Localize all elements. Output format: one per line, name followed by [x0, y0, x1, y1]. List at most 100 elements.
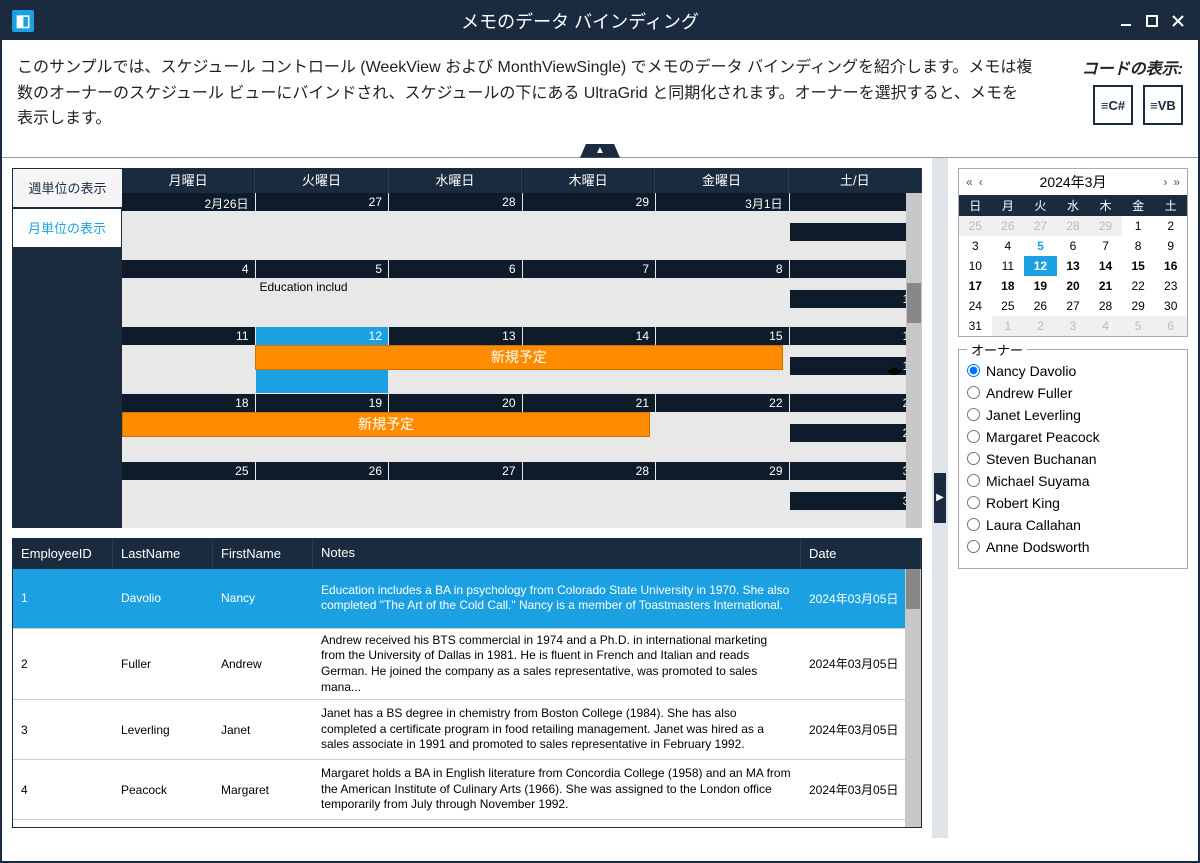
- mini-cal-day[interactable]: 7: [1089, 236, 1122, 256]
- splitter[interactable]: ▶: [932, 158, 948, 838]
- mini-cal-day[interactable]: 25: [992, 296, 1025, 316]
- table-row[interactable]: 1DavolioNancyEducation includes a BA in …: [13, 569, 921, 629]
- calendar-cell[interactable]: 28: [523, 462, 656, 528]
- owner-radio[interactable]: [967, 386, 980, 399]
- owner-item[interactable]: Janet Leverling: [967, 404, 1179, 426]
- tab-week-view[interactable]: 週単位の表示: [12, 168, 122, 208]
- mini-cal-day[interactable]: 10: [959, 256, 992, 276]
- mini-cal-day[interactable]: 8: [1122, 236, 1155, 256]
- owner-radio[interactable]: [967, 474, 980, 487]
- calendar-cell[interactable]: 25: [122, 462, 255, 528]
- mini-cal-day[interactable]: 30: [1154, 296, 1187, 316]
- mini-cal-day[interactable]: 24: [959, 296, 992, 316]
- mini-cal-day[interactable]: 29: [1089, 216, 1122, 236]
- mini-cal-day[interactable]: 11: [992, 256, 1025, 276]
- mini-cal-day[interactable]: 3: [1057, 316, 1090, 336]
- mini-cal-day[interactable]: 27: [1024, 216, 1057, 236]
- mini-cal-day[interactable]: 26: [992, 216, 1025, 236]
- mini-cal-day[interactable]: 9: [1154, 236, 1187, 256]
- table-row[interactable]: 3LeverlingJanetJanet has a BS degree in …: [13, 700, 921, 760]
- minimize-button[interactable]: [1116, 11, 1136, 31]
- mini-cal-day[interactable]: 2: [1154, 216, 1187, 236]
- calendar-cell[interactable]: 26: [256, 462, 389, 528]
- mini-cal-day[interactable]: 16: [1154, 256, 1187, 276]
- owner-item[interactable]: Margaret Peacock: [967, 426, 1179, 448]
- mini-cal-day[interactable]: 23: [1154, 276, 1187, 296]
- calendar-cell[interactable]: 27: [256, 193, 389, 259]
- mini-cal-day[interactable]: 3: [959, 236, 992, 256]
- calendar-cell[interactable]: 28: [389, 193, 522, 259]
- mini-cal-day[interactable]: 5: [1122, 316, 1155, 336]
- calendar-cell[interactable]: 7: [523, 260, 656, 326]
- mini-cal-day[interactable]: 20: [1057, 276, 1090, 296]
- table-row[interactable]: 4PeacockMargaretMargaret holds a BA in E…: [13, 760, 921, 820]
- mini-cal-day[interactable]: 4: [1089, 316, 1122, 336]
- appointment-1[interactable]: 新規予定: [255, 345, 783, 370]
- splitter-handle[interactable]: ▶: [934, 473, 946, 523]
- collapse-tab[interactable]: ▲: [580, 144, 620, 158]
- csharp-button[interactable]: ≡C#: [1093, 85, 1133, 125]
- mini-cal-day[interactable]: 5: [1024, 236, 1057, 256]
- owner-item[interactable]: Steven Buchanan: [967, 448, 1179, 470]
- mini-cal-day[interactable]: 25: [959, 216, 992, 236]
- calendar-cell[interactable]: 1617: [790, 327, 923, 393]
- owner-item[interactable]: Andrew Fuller: [967, 382, 1179, 404]
- mini-cal-day[interactable]: 19: [1024, 276, 1057, 296]
- owner-item[interactable]: Anne Dodsworth: [967, 536, 1179, 558]
- calendar-cell[interactable]: 2324: [790, 394, 923, 460]
- mini-cal-day[interactable]: 13: [1057, 256, 1090, 276]
- col-date[interactable]: Date: [801, 539, 921, 569]
- owner-item[interactable]: Robert King: [967, 492, 1179, 514]
- owner-radio[interactable]: [967, 518, 980, 531]
- mini-cal-day[interactable]: 28: [1089, 296, 1122, 316]
- calendar-cell[interactable]: 11: [122, 327, 255, 393]
- mini-cal-day[interactable]: 31: [959, 316, 992, 336]
- calendar-grid[interactable]: 月曜日火曜日水曜日木曜日金曜日土/日 2月26日2728293月1日2345Ed…: [122, 168, 922, 528]
- cell-note[interactable]: Education includ: [256, 278, 389, 296]
- mini-cal-day[interactable]: 2: [1024, 316, 1057, 336]
- col-lastname[interactable]: LastName: [113, 539, 213, 569]
- owner-item[interactable]: Laura Callahan: [967, 514, 1179, 536]
- calendar-cell[interactable]: 2月26日: [122, 193, 255, 259]
- mini-cal-day[interactable]: 1: [1122, 216, 1155, 236]
- mini-cal-day[interactable]: 22: [1122, 276, 1155, 296]
- calendar-cell[interactable]: 22: [656, 394, 789, 460]
- col-employeeid[interactable]: EmployeeID: [13, 539, 113, 569]
- mini-cal-day[interactable]: 27: [1057, 296, 1090, 316]
- mini-cal-day[interactable]: 17: [959, 276, 992, 296]
- col-firstname[interactable]: FirstName: [213, 539, 313, 569]
- col-notes[interactable]: Notes: [313, 539, 801, 569]
- vb-button[interactable]: ≡VB: [1143, 85, 1183, 125]
- mini-cal-day[interactable]: 28: [1057, 216, 1090, 236]
- mini-cal-day[interactable]: 1: [992, 316, 1025, 336]
- prev-month-button[interactable]: ‹: [976, 175, 986, 189]
- calendar-cell[interactable]: 23: [790, 193, 923, 259]
- maximize-button[interactable]: [1142, 11, 1162, 31]
- tab-month-view[interactable]: 月単位の表示: [12, 208, 122, 248]
- owner-radio[interactable]: [967, 540, 980, 553]
- grid-scrollbar[interactable]: [905, 569, 921, 827]
- calendar-cell[interactable]: 910: [790, 260, 923, 326]
- mini-cal-day[interactable]: 18: [992, 276, 1025, 296]
- mini-cal-day[interactable]: 4: [992, 236, 1025, 256]
- calendar-cell[interactable]: 6: [389, 260, 522, 326]
- owner-radio[interactable]: [967, 430, 980, 443]
- mini-cal-day[interactable]: 21: [1089, 276, 1122, 296]
- mini-cal-day[interactable]: 29: [1122, 296, 1155, 316]
- prev-year-button[interactable]: «: [963, 175, 976, 189]
- owner-item[interactable]: Nancy Davolio: [967, 360, 1179, 382]
- mini-cal-day[interactable]: 26: [1024, 296, 1057, 316]
- mini-cal-day[interactable]: 6: [1154, 316, 1187, 336]
- next-year-button[interactable]: »: [1170, 175, 1183, 189]
- mini-cal-day[interactable]: 6: [1057, 236, 1090, 256]
- owner-radio[interactable]: [967, 408, 980, 421]
- close-button[interactable]: [1168, 11, 1188, 31]
- mini-cal-day[interactable]: 15: [1122, 256, 1155, 276]
- calendar-cell[interactable]: 4: [122, 260, 255, 326]
- mini-cal-title[interactable]: 2024年3月: [986, 172, 1161, 192]
- calendar-cell[interactable]: 5Education includ: [256, 260, 389, 326]
- mini-cal-day[interactable]: 12: [1024, 256, 1057, 276]
- calendar-cell[interactable]: 3月1日: [656, 193, 789, 259]
- calendar-cell[interactable]: 29: [656, 462, 789, 528]
- next-month-button[interactable]: ›: [1160, 175, 1170, 189]
